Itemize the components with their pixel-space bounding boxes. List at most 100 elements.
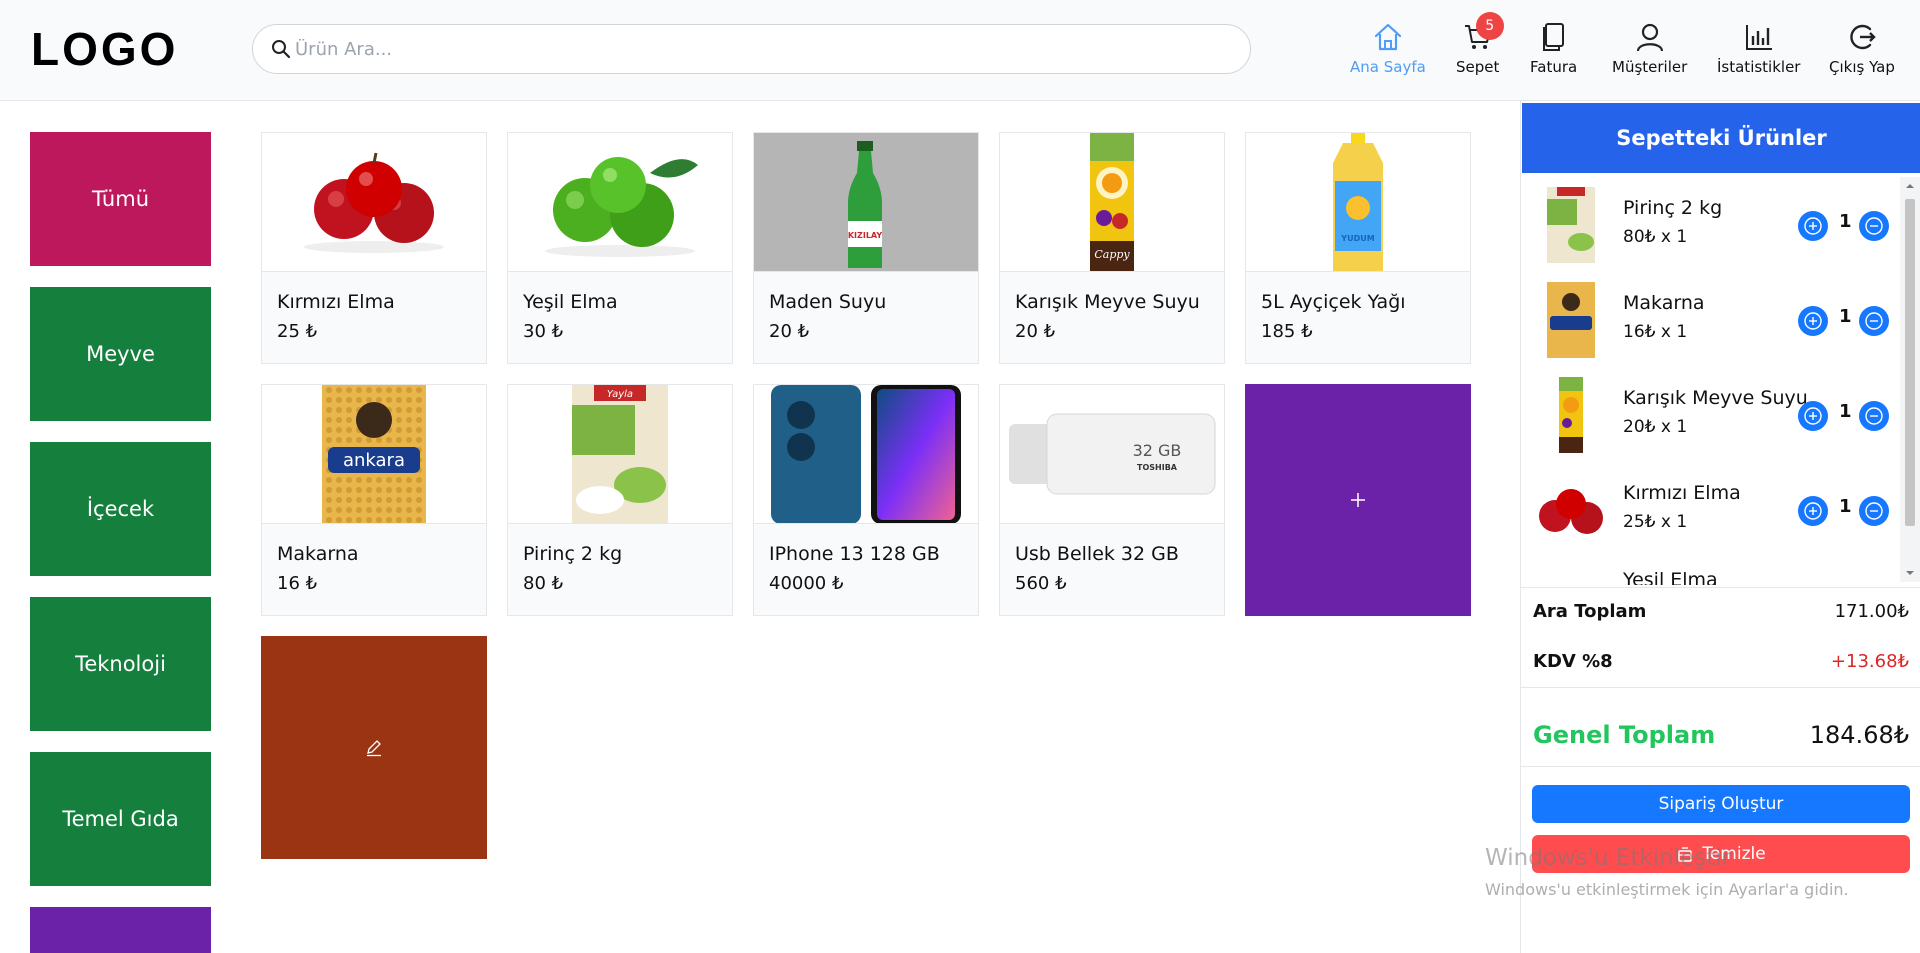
cart-item-price: 20₺ x 1	[1623, 417, 1688, 437]
add-product-button[interactable]	[1245, 384, 1471, 616]
logout-icon	[1844, 20, 1880, 54]
product-name: Maden Suyu	[769, 291, 887, 313]
product-price: 560 ₺	[1015, 573, 1067, 594]
product-name: Yeşil Elma	[523, 291, 618, 313]
phone-icon	[771, 385, 961, 523]
product-card-sunflower-oil[interactable]: YUDUM 5L Ayçiçek Yağı 185 ₺	[1245, 132, 1471, 364]
cart-item-name: Pirinç 2 kg	[1623, 197, 1723, 219]
water-bottle-icon: KIZILAY	[754, 133, 978, 271]
nav-invoice-label: Fatura	[1530, 58, 1578, 76]
cart-item-name: Karışık Meyve Suyu	[1623, 387, 1808, 409]
decrease-quantity-button[interactable]	[1859, 211, 1889, 241]
total-value: 184.68₺	[1809, 721, 1909, 749]
red-apple-icon	[304, 152, 444, 253]
oil-brand-label: YUDUM	[1340, 234, 1374, 243]
divider	[1521, 766, 1920, 767]
cart-item-quantity: 1	[1839, 306, 1852, 327]
water-brand-label: KIZILAY	[848, 231, 882, 240]
scrollbar-thumb[interactable]	[1905, 199, 1915, 526]
product-name: IPhone 13 128 GB	[769, 543, 940, 565]
increase-quantity-button[interactable]	[1798, 496, 1828, 526]
header: LOGO Ana Sayfa 5 Sepet Fatura Müşteriler	[0, 0, 1920, 101]
nav-cart-label: Sepet	[1456, 58, 1500, 76]
category-label: Temel Gıda	[62, 807, 179, 831]
product-card-mixed-juice[interactable]: Cappy Karışık Meyve Suyu 20 ₺	[999, 132, 1225, 364]
category-fruit[interactable]: Meyve	[30, 287, 211, 421]
logo[interactable]: LOGO	[31, 22, 178, 76]
rice-thumb-icon	[1531, 185, 1611, 265]
product-card-mineral-water[interactable]: KIZILAY Maden Suyu 20 ₺	[753, 132, 979, 364]
nav-logout[interactable]: Çıkış Yap	[1829, 20, 1895, 80]
product-card-green-apple[interactable]: Yeşil Elma 30 ₺	[507, 132, 733, 364]
cart-scrollbar[interactable]	[1900, 177, 1920, 582]
green-apple-icon	[545, 156, 698, 257]
product-price: 20 ₺	[1015, 321, 1056, 342]
edit-products-button[interactable]	[261, 636, 487, 859]
product-card-pasta[interactable]: ankara Makarna 16 ₺	[261, 384, 487, 616]
product-name: 5L Ayçiçek Yağı	[1261, 291, 1406, 313]
chart-icon	[1741, 20, 1777, 54]
usb-brand-label: TOSHIBA	[1137, 463, 1178, 472]
windows-activation-watermark-text: Windows'u etkinleştirmek için Ayarlar'a …	[1485, 880, 1849, 899]
nav-cart[interactable]: 5 Sepet	[1456, 12, 1504, 80]
pasta-brand-label: ankara	[343, 450, 405, 471]
increase-quantity-button[interactable]	[1798, 306, 1828, 336]
decrease-quantity-button[interactable]	[1859, 496, 1889, 526]
divider	[1521, 687, 1920, 688]
product-card-iphone[interactable]: IPhone 13 128 GB 40000 ₺	[753, 384, 979, 616]
cart-item-list: Pirinç 2 kg 80₺ x 1 1 Makarna 16₺ x 1 1 …	[1521, 175, 1920, 585]
category-technology[interactable]: Teknoloji	[30, 597, 211, 731]
category-all[interactable]: Tümü	[30, 132, 211, 266]
scroll-up-icon[interactable]	[1900, 179, 1920, 193]
pasta-thumb-icon	[1531, 280, 1611, 360]
category-staples[interactable]: Temel Gıda	[30, 752, 211, 886]
search-input[interactable]	[295, 33, 1225, 65]
cart-item-name: Yeşil Elma	[1623, 569, 1718, 585]
nav-invoice[interactable]: Fatura	[1530, 20, 1577, 80]
pencil-icon	[367, 739, 381, 756]
product-price: 40000 ₺	[769, 573, 844, 594]
divider	[1521, 587, 1920, 588]
nav-home[interactable]: Ana Sayfa	[1350, 20, 1426, 80]
tax-row: KDV %8 +13.68₺	[1533, 651, 1909, 672]
create-order-label: Sipariş Oluştur	[1658, 794, 1784, 814]
scroll-down-icon[interactable]	[1900, 566, 1920, 580]
nav-home-label: Ana Sayfa	[1350, 58, 1426, 76]
product-card-rice[interactable]: Yayla Pirinç 2 kg 80 ₺	[507, 384, 733, 616]
product-price: 185 ₺	[1261, 321, 1313, 342]
increase-quantity-button[interactable]	[1798, 211, 1828, 241]
product-image	[508, 133, 732, 272]
category-label: Tümü	[91, 187, 150, 211]
decrease-quantity-button[interactable]	[1859, 306, 1889, 336]
product-price: 30 ₺	[523, 321, 564, 342]
increase-quantity-button[interactable]	[1798, 401, 1828, 431]
nav-statistics[interactable]: İstatistikler	[1717, 20, 1800, 80]
search-bar[interactable]	[252, 24, 1251, 74]
oil-bottle-icon: YUDUM	[1333, 133, 1383, 271]
product-card-red-apple[interactable]: Kırmızı Elma 25 ₺	[261, 132, 487, 364]
cart-panel: Sepetteki Ürünler Pirinç 2 kg 80₺ x 1 1 …	[1520, 101, 1920, 953]
total-row: Genel Toplam 184.68₺	[1533, 721, 1909, 749]
product-image: 32 GB TOSHIBA	[1000, 385, 1224, 524]
juice-brand-label: Cappy	[1094, 248, 1130, 261]
create-order-button[interactable]: Sipariş Oluştur	[1532, 785, 1910, 823]
cart-item: Pirinç 2 kg 80₺ x 1 1	[1521, 175, 1901, 270]
product-name: Karışık Meyve Suyu	[1015, 291, 1200, 313]
category-add[interactable]	[30, 907, 211, 953]
category-drinks[interactable]: İçecek	[30, 442, 211, 576]
product-price: 16 ₺	[277, 573, 318, 594]
user-icon	[1632, 20, 1668, 54]
usb-size-label: 32 GB	[1133, 441, 1182, 460]
product-price: 80 ₺	[523, 573, 564, 594]
decrease-quantity-button[interactable]	[1859, 401, 1889, 431]
product-image	[262, 133, 486, 272]
product-name: Usb Bellek 32 GB	[1015, 543, 1179, 565]
cart-item-quantity: 1	[1839, 496, 1852, 517]
product-image: ankara	[262, 385, 486, 524]
subtotal-row: Ara Toplam 171.00₺	[1533, 601, 1909, 622]
product-card-usb-drive[interactable]: 32 GB TOSHIBA Usb Bellek 32 GB 560 ₺	[999, 384, 1225, 616]
cart-item: Kırmızı Elma 25₺ x 1 1	[1521, 460, 1901, 555]
tax-label: KDV %8	[1533, 651, 1613, 672]
product-image: Yayla	[508, 385, 732, 524]
nav-customers[interactable]: Müşteriler	[1612, 20, 1687, 80]
